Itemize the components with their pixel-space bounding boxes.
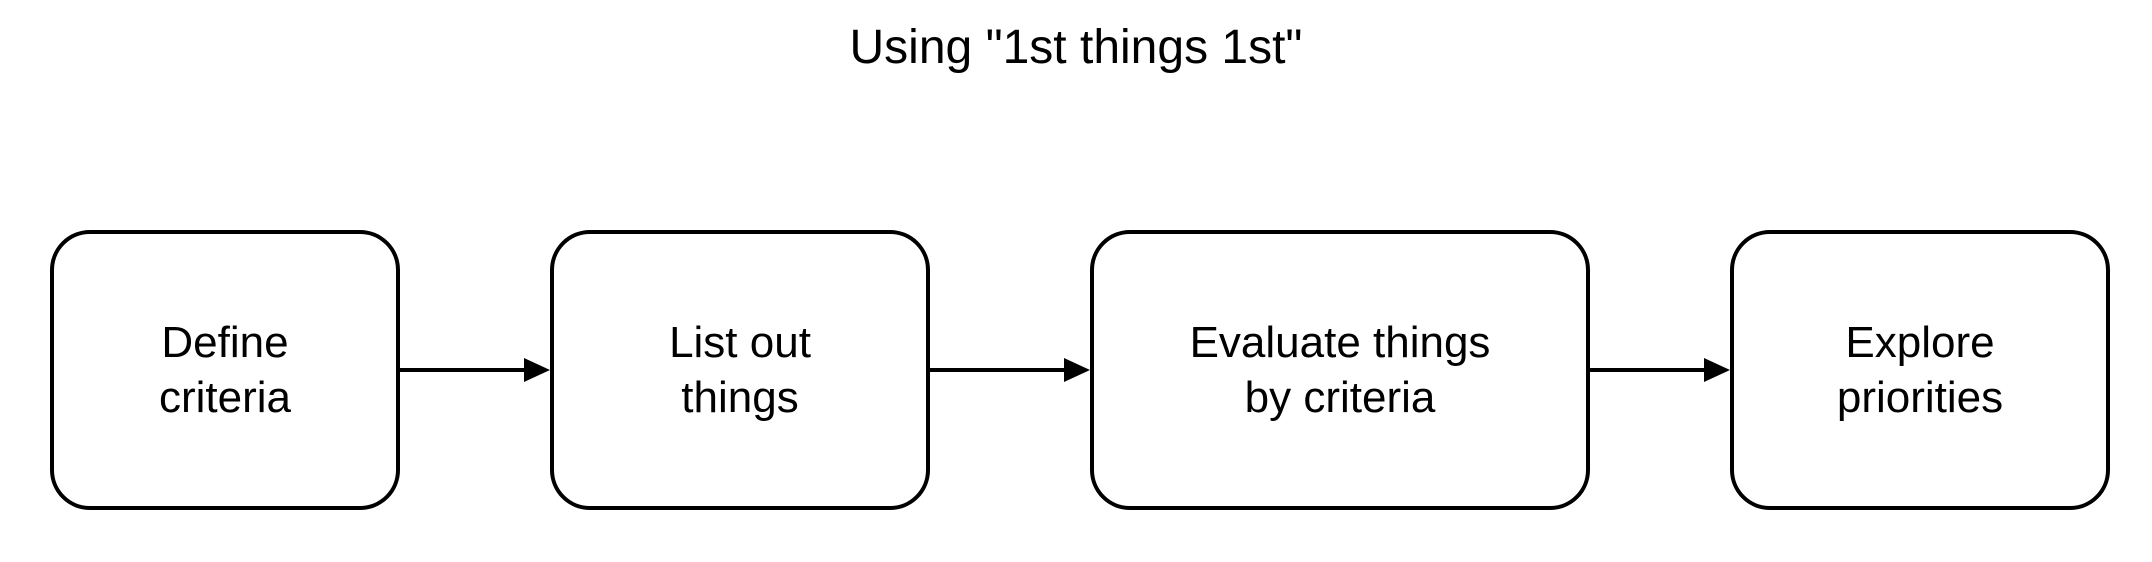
diagram-title: Using "1st things 1st" [0, 20, 2152, 75]
step-list-out-things: List out things [550, 230, 930, 510]
step-define-criteria: Define criteria [50, 230, 400, 510]
step-explore-priorities: Explore priorities [1730, 230, 2110, 510]
flow-container: Define criteria List out things Evaluate… [50, 230, 2102, 510]
step-label: Explore priorities [1837, 315, 2003, 425]
arrow-icon [1590, 350, 1730, 390]
arrow-icon [400, 350, 550, 390]
step-label: Define criteria [159, 315, 291, 425]
arrow-icon [930, 350, 1090, 390]
step-label: List out things [669, 315, 811, 425]
step-label: Evaluate things by criteria [1190, 315, 1491, 425]
step-evaluate-things: Evaluate things by criteria [1090, 230, 1590, 510]
